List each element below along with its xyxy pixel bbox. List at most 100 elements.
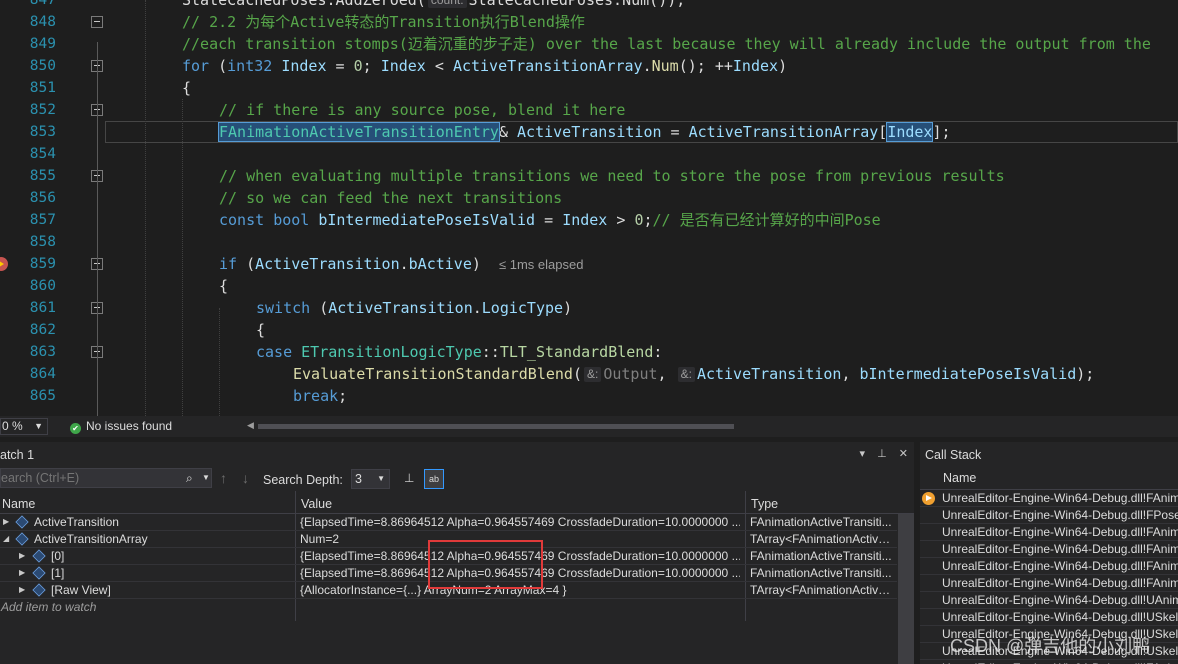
code-token: break	[293, 387, 339, 405]
code-text[interactable]: if (ActiveTransition.bActive) ≤ 1ms elap…	[219, 253, 583, 276]
code-line[interactable]: 850 for (int32 Index = 0; Index < ActiveT…	[0, 55, 1178, 77]
call-stack-frame[interactable]: UnrealEditor-Engine-Win64-Debug.dll!FAni…	[920, 541, 1178, 558]
inline-parameter-hint: &:	[677, 367, 695, 382]
code-line[interactable]: 856 // so we can feed the next transition…	[0, 187, 1178, 209]
code-line[interactable]: 863 case ETransitionLogicType::TLT_Standa…	[0, 341, 1178, 363]
code-token: )	[471, 255, 499, 273]
code-token: ETransitionLogicType	[301, 343, 482, 361]
hex-display-icon[interactable]: ab	[424, 469, 444, 489]
expand-icon[interactable]: ▶	[3, 514, 9, 530]
add-watch-row[interactable]: Add item to watch	[0, 599, 897, 616]
call-stack-frame[interactable]: UnrealEditor-Engine-Win64-Debug.dll!FAni…	[920, 558, 1178, 575]
issues-indicator[interactable]: ✔ No issues found	[70, 419, 172, 434]
issues-text: No issues found	[86, 419, 173, 433]
code-text[interactable]: FAnimationActiveTransitionEntry& ActiveT…	[218, 121, 951, 143]
call-stack-frame[interactable]: UnrealEditor-Engine-Win64-Debug.dll!FAni…	[920, 490, 1178, 507]
watch-name[interactable]: ActiveTransitionArray	[34, 531, 148, 547]
code-line[interactable]: 853 FAnimationActiveTransitionEntry& Acti…	[0, 121, 1178, 143]
code-text[interactable]: const bool bIntermediatePoseIsValid = In…	[219, 209, 881, 231]
call-stack-frame[interactable]: UnrealEditor-Engine-Win64-Debug.dll!FAni…	[920, 575, 1178, 592]
search-input[interactable]	[1, 470, 181, 486]
code-text[interactable]: StateCachedPoses.AddZeroed(count: StateCa…	[182, 0, 685, 11]
call-stack-frame[interactable]: UnrealEditor-Engine-Win64-Debug.dll!USke…	[920, 609, 1178, 626]
call-stack-frame[interactable]: UnrealEditor-Engine-Win64-Debug.dll!UAni…	[920, 592, 1178, 609]
call-stack-frame[interactable]: UnrealEditor-Engine-Win64-Debug.dll!FAni…	[920, 660, 1178, 664]
indent-guide	[145, 0, 146, 416]
line-number: 859	[29, 256, 56, 272]
code-text[interactable]: {	[219, 275, 228, 297]
object-icon	[32, 566, 46, 580]
code-line[interactable]: 864 EvaluateTransitionStandardBlend(&: Out…	[0, 363, 1178, 385]
code-line[interactable]: 849 //each transition stomps(迈着沉重的步子走) ov…	[0, 33, 1178, 55]
code-text[interactable]: // if there is any source pose, blend it…	[219, 99, 625, 121]
code-text[interactable]: // so we can feed the next transitions	[219, 187, 562, 209]
line-number: 862	[29, 322, 56, 338]
pin-icon[interactable]: ⊥	[404, 471, 414, 485]
arrow-down-icon[interactable]: ↓	[242, 470, 249, 486]
pin-icon[interactable]: ⊥	[877, 448, 887, 460]
watch-grid-header: Name Value Type	[0, 491, 914, 514]
vertical-scrollbar[interactable]	[898, 514, 914, 664]
add-item-placeholder[interactable]: Add item to watch	[1, 599, 96, 615]
code-text[interactable]: EvaluateTransitionStandardBlend(&: Output…	[293, 363, 1094, 385]
call-stack-frame[interactable]: UnrealEditor-Engine-Win64-Debug.dll!FPos…	[920, 507, 1178, 524]
collapse-icon[interactable]: ◢	[3, 531, 9, 547]
collapse-icon[interactable]	[91, 16, 103, 28]
expand-icon[interactable]: ▶	[19, 582, 25, 598]
column-header-name[interactable]: Name	[2, 497, 35, 511]
expand-icon[interactable]: ▶	[19, 565, 25, 581]
code-editor[interactable]: 847 StateCachedPoses.AddZeroed(count: Stat…	[0, 0, 1178, 416]
watch-name[interactable]: [0]	[51, 548, 64, 564]
code-line[interactable]: 848 // 2.2 为每个Active转态的Transition执行Blend操…	[0, 11, 1178, 33]
code-line[interactable]: 862 {	[0, 319, 1178, 341]
code-text[interactable]: break;	[293, 385, 347, 407]
code-text[interactable]: for (int32 Index = 0; Index < ActiveTran…	[182, 55, 787, 77]
watch-name[interactable]: ActiveTransition	[34, 514, 119, 530]
code-line[interactable]: 852 // if there is any source pose, blend…	[0, 99, 1178, 121]
code-token: (	[310, 299, 329, 317]
scroll-left-icon[interactable]: ◀	[247, 420, 254, 431]
code-line[interactable]: 858	[0, 231, 1178, 253]
code-token: {	[182, 79, 192, 97]
code-line[interactable]: 851 {	[0, 77, 1178, 99]
zoom-dropdown[interactable]: 0 % ▼	[0, 418, 48, 435]
code-text[interactable]: switch (ActiveTransition.LogicType)	[256, 297, 572, 319]
code-token: :	[653, 343, 663, 361]
column-header-name[interactable]: Name	[943, 471, 976, 485]
horizontal-scrollbar[interactable]	[258, 424, 734, 429]
search-depth-dropdown[interactable]: 3 ▼	[351, 469, 390, 489]
call-stack-frame[interactable]: UnrealEditor-Engine-Win64-Debug.dll!FAni…	[920, 524, 1178, 541]
column-header-value[interactable]: Value	[301, 497, 332, 511]
perf-tip: ≤ 1ms elapsed	[498, 257, 584, 272]
code-token: case	[256, 343, 293, 361]
code-text[interactable]: {	[256, 319, 265, 341]
code-text[interactable]: // 2.2 为每个Active转态的Transition执行Blend操作	[182, 11, 585, 33]
watch-value[interactable]: {ElapsedTime=8.86964512 Alpha=0.96455746…	[300, 514, 740, 530]
code-text[interactable]: // when evaluating multiple transitions …	[219, 165, 1005, 187]
code-line[interactable]: 860 {	[0, 275, 1178, 297]
code-token: ,	[841, 365, 860, 383]
code-text[interactable]: case ETransitionLogicType::TLT_StandardB…	[256, 341, 662, 363]
code-token: Num	[651, 57, 679, 75]
watch-row[interactable]: ▶ ActiveTransition {ElapsedTime=8.86964512…	[0, 514, 897, 531]
code-text[interactable]: {	[182, 77, 191, 99]
code-line[interactable]: 861 switch (ActiveTransition.LogicType)	[0, 297, 1178, 319]
search-field[interactable]: ⌕ ▼	[0, 468, 212, 488]
code-line[interactable]: 857 const bool bIntermediatePoseIsValid =…	[0, 209, 1178, 231]
code-line[interactable]: 847 StateCachedPoses.AddZeroed(count: Stat…	[0, 0, 1178, 11]
chevron-down-icon: ▼	[34, 421, 43, 431]
column-header-type[interactable]: Type	[751, 497, 778, 511]
code-line[interactable]: 859 if (ActiveTransition.bActive) ≤ 1ms e…	[0, 253, 1178, 275]
close-icon[interactable]: ✕	[899, 448, 908, 460]
watch-name[interactable]: [Raw View]	[51, 582, 111, 598]
chevron-down-icon[interactable]: ▾	[860, 448, 866, 460]
chevron-down-icon[interactable]: ▼	[202, 473, 210, 482]
arrow-up-icon[interactable]: ↑	[220, 470, 227, 486]
code-line[interactable]: 855 // when evaluating multiple transitio…	[0, 165, 1178, 187]
expand-icon[interactable]: ▶	[19, 548, 25, 564]
search-icon[interactable]: ⌕	[186, 471, 193, 486]
code-text[interactable]: //each transition stomps(迈着沉重的步子走) over …	[182, 33, 1151, 55]
code-line[interactable]: 865 break;	[0, 385, 1178, 407]
watch-name[interactable]: [1]	[51, 565, 64, 581]
code-line[interactable]: 854	[0, 143, 1178, 165]
